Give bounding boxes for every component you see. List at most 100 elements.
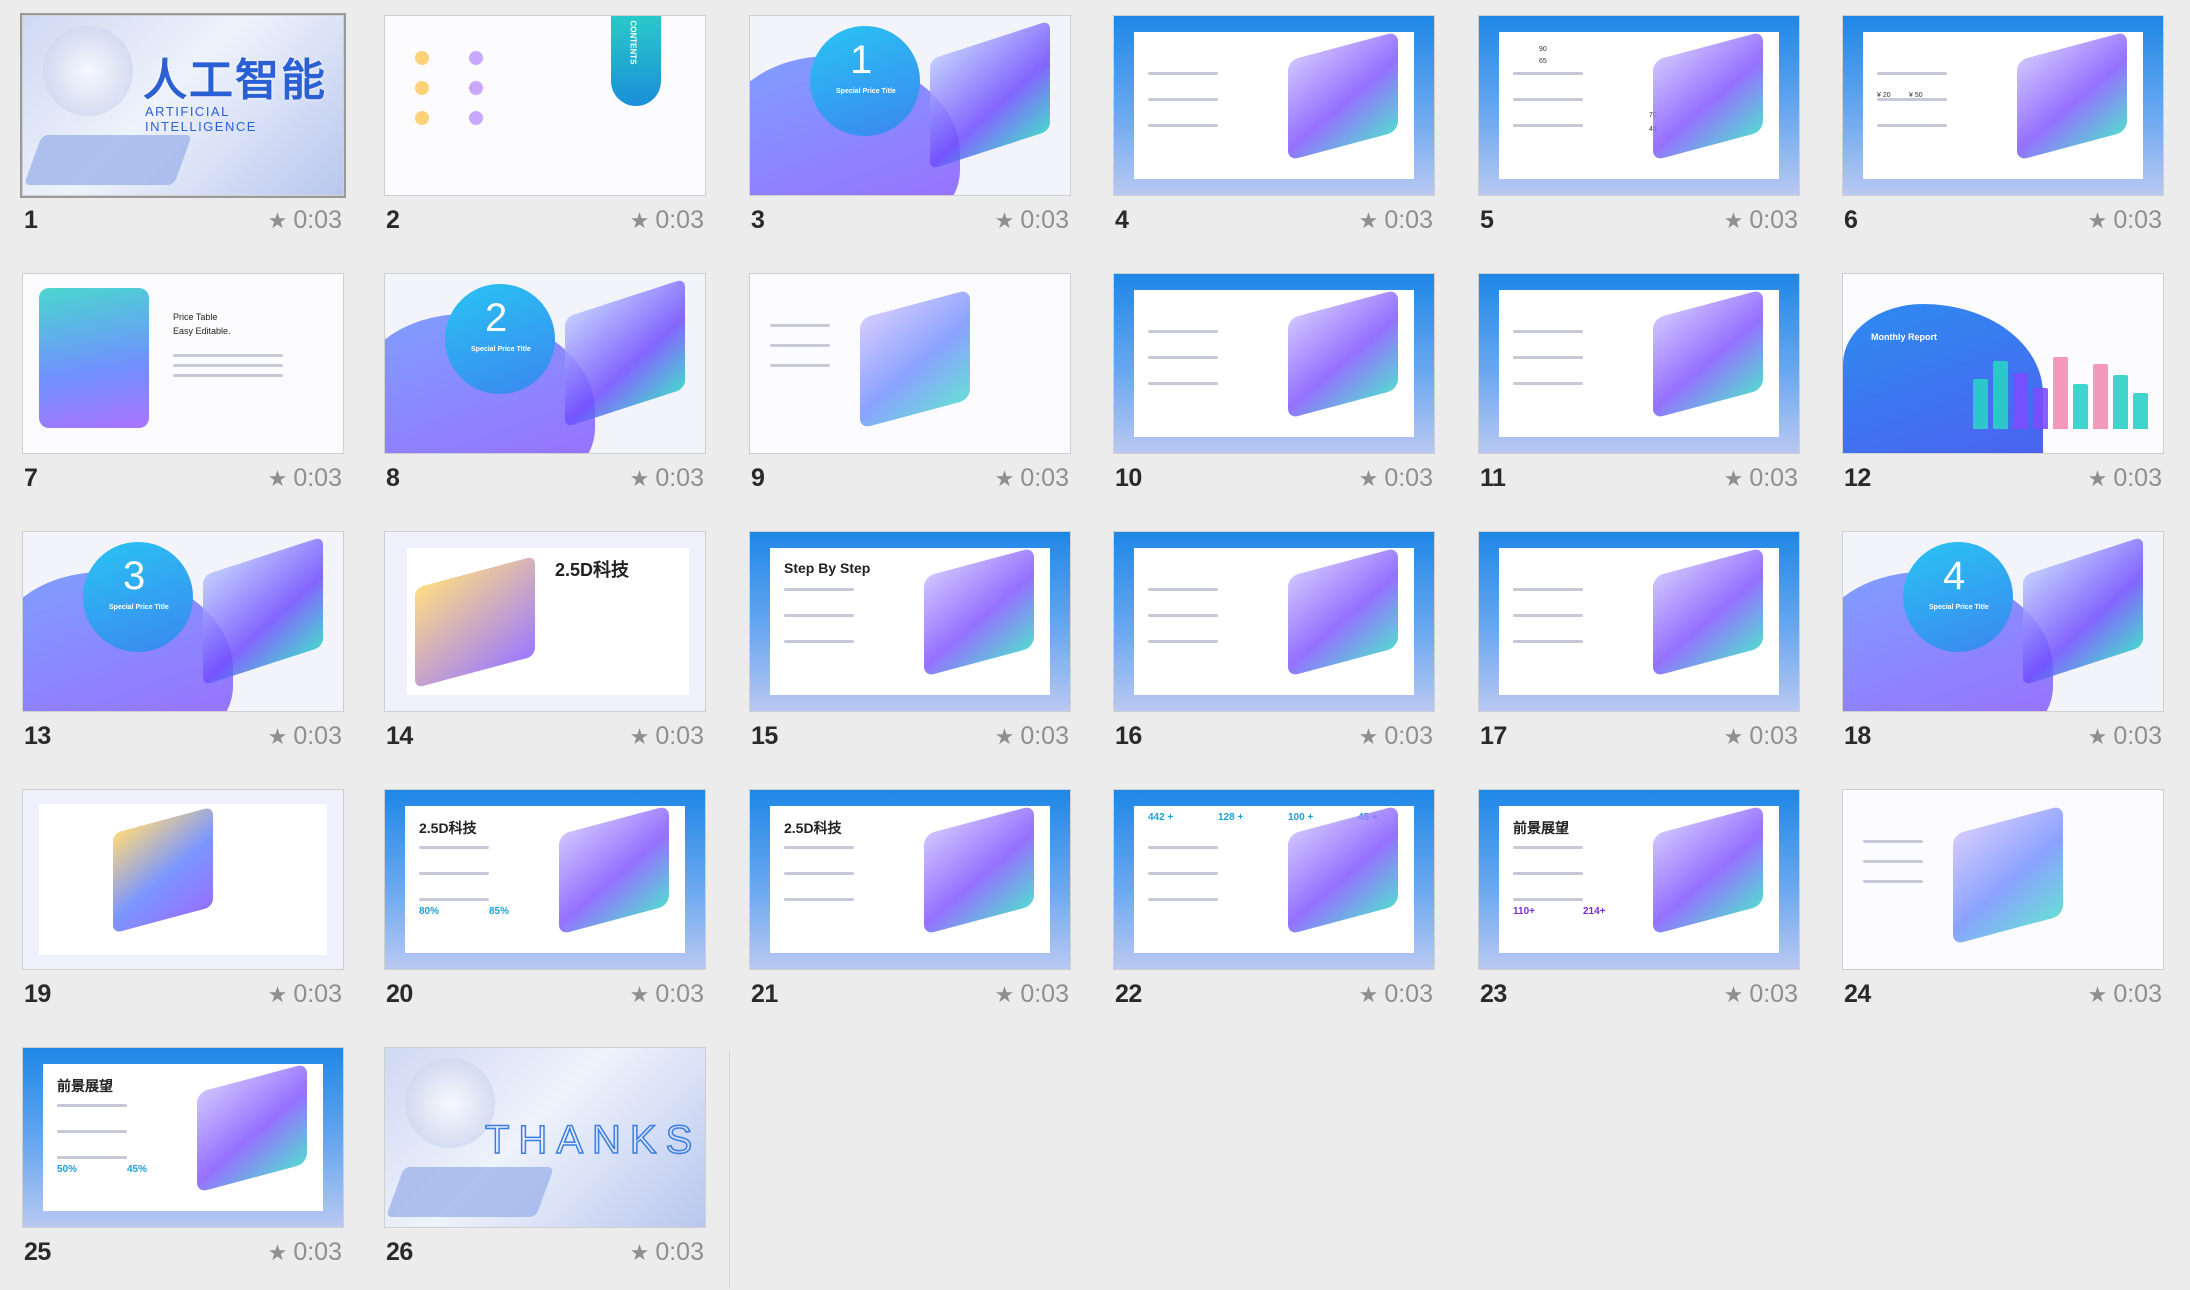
slide-thumbnail[interactable] bbox=[1478, 273, 1800, 454]
text-line bbox=[1148, 124, 1218, 127]
slide-duration[interactable]: ★ 0:03 bbox=[630, 464, 704, 493]
slide-cell[interactable]: 2.5D科技 80% 85% 20 ★ 0:03 bbox=[362, 774, 726, 1032]
chart-bar bbox=[2053, 357, 2068, 429]
slide-duration[interactable]: ★ 0:03 bbox=[2088, 980, 2162, 1009]
star-icon: ★ bbox=[994, 723, 1015, 749]
thanks-text: THANKS bbox=[484, 1117, 702, 1163]
slide-cell[interactable]: Price Table Easy Editable. 7 ★ 0:03 bbox=[0, 258, 364, 516]
slide-cell[interactable]: Step By Step 15 ★ 0:03 bbox=[727, 516, 1091, 774]
slide-duration[interactable]: ★ 0:03 bbox=[1359, 980, 1433, 1009]
slide-thumbnail[interactable]: 4 Special Price Title bbox=[1842, 531, 2164, 712]
slide-thumbnail[interactable]: 2.5D科技 bbox=[749, 789, 1071, 970]
chart-bar bbox=[2073, 384, 2088, 429]
slide-duration[interactable]: ★ 0:03 bbox=[268, 1238, 342, 1267]
text-line bbox=[784, 640, 854, 643]
slide-number: 23 bbox=[1480, 980, 1507, 1008]
slide-duration[interactable]: ★ 0:03 bbox=[995, 464, 1069, 493]
chart-bar bbox=[2033, 388, 2048, 429]
slide-thumbnail[interactable]: Step By Step bbox=[749, 531, 1071, 712]
slide-duration[interactable]: ★ 0:03 bbox=[995, 722, 1069, 751]
slide-duration[interactable]: ★ 0:03 bbox=[630, 1238, 704, 1267]
slide-number: 7 bbox=[24, 464, 38, 492]
text-line bbox=[770, 344, 830, 347]
slide-duration[interactable]: ★ 0:03 bbox=[2088, 206, 2162, 235]
slide-cell[interactable]: 24 ★ 0:03 bbox=[1820, 774, 2184, 1032]
slide-duration[interactable]: ★ 0:03 bbox=[1724, 722, 1798, 751]
slide-cell[interactable]: 2.5D科技 21 ★ 0:03 bbox=[727, 774, 1091, 1032]
slide-duration[interactable]: ★ 0:03 bbox=[268, 722, 342, 751]
slide-duration[interactable]: ★ 0:03 bbox=[268, 980, 342, 1009]
slide-thumbnail[interactable] bbox=[1842, 789, 2164, 970]
slide-duration[interactable]: ★ 0:03 bbox=[995, 206, 1069, 235]
slide-duration[interactable]: ★ 0:03 bbox=[1359, 464, 1433, 493]
slide-cell[interactable]: 906570455★0:03 bbox=[1456, 0, 1820, 258]
slide-duration[interactable]: ★ 0:03 bbox=[2088, 464, 2162, 493]
slide-cell[interactable]: 442 +128 +100 +45 +22★0:03 bbox=[1091, 774, 1455, 1032]
duration-text: 0:03 bbox=[655, 464, 704, 492]
slide-duration[interactable]: ★ 0:03 bbox=[268, 206, 342, 235]
slide-cell[interactable]: ¥ 20 ¥ 50 6 ★ 0:03 bbox=[1820, 0, 2184, 258]
slide-cell[interactable]: 1 Special Price Title 3 ★ 0:03 bbox=[727, 0, 1091, 258]
slide-thumbnail[interactable]: Monthly Report bbox=[1842, 273, 2164, 454]
slide-thumbnail[interactable]: ¥ 20 ¥ 50 bbox=[1842, 15, 2164, 196]
slide-thumbnail[interactable]: 前景展望 110+ 214+ bbox=[1478, 789, 1800, 970]
slide-cell[interactable]: 4 ★ 0:03 bbox=[1091, 0, 1455, 258]
slide-cell[interactable]: 16 ★ 0:03 bbox=[1091, 516, 1455, 774]
slide-thumbnail[interactable] bbox=[22, 789, 344, 970]
slide-heading: Monthly Report bbox=[1871, 332, 1937, 342]
slide-thumbnail[interactable]: Price Table Easy Editable. bbox=[22, 273, 344, 454]
slide-thumbnail[interactable]: CONTENTS bbox=[384, 15, 706, 196]
slide-thumbnail[interactable] bbox=[1113, 273, 1435, 454]
slide-cell[interactable]: 前景展望 110+ 214+ 23 ★ 0:03 bbox=[1456, 774, 1820, 1032]
text-line bbox=[419, 846, 489, 849]
duration-text: 0:03 bbox=[1749, 464, 1798, 492]
slide-cell[interactable]: 4 Special Price Title 18 ★ 0:03 bbox=[1820, 516, 2184, 774]
slide-number: 2 bbox=[386, 206, 400, 234]
slide-thumbnail[interactable] bbox=[1113, 531, 1435, 712]
slide-thumbnail[interactable]: 2 Special Price Title bbox=[384, 273, 706, 454]
slide-duration[interactable]: ★ 0:03 bbox=[630, 206, 704, 235]
slide-duration[interactable]: ★ 0:03 bbox=[1359, 206, 1433, 235]
star-icon: ★ bbox=[629, 981, 650, 1007]
slide-thumbnail[interactable]: 人工智能 ARTIFICIAL INTELLIGENCE bbox=[20, 13, 346, 198]
slide-duration[interactable]: ★ 0:03 bbox=[1359, 722, 1433, 751]
value-label: 90 bbox=[1539, 46, 1547, 53]
stat-value: 128 + bbox=[1218, 812, 1244, 823]
slide-thumbnail[interactable]: 90657045 bbox=[1478, 15, 1800, 196]
slide-thumbnail[interactable] bbox=[1478, 531, 1800, 712]
text-line bbox=[1513, 898, 1583, 901]
slide-duration[interactable]: ★ 0:03 bbox=[1724, 980, 1798, 1009]
slide-cell[interactable]: CONTENTS 2 ★ 0:03 bbox=[362, 0, 726, 258]
slide-duration[interactable]: ★ 0:03 bbox=[1724, 464, 1798, 493]
slide-cell[interactable]: 19 ★ 0:03 bbox=[0, 774, 364, 1032]
slide-cell[interactable]: THANKS 26 ★ 0:03 bbox=[362, 1032, 726, 1290]
slide-duration[interactable]: ★ 0:03 bbox=[268, 464, 342, 493]
slide-thumbnail[interactable]: 1 Special Price Title bbox=[749, 15, 1071, 196]
star-icon: ★ bbox=[994, 981, 1015, 1007]
slide-cell[interactable]: Monthly Report 12 ★ 0:03 bbox=[1820, 258, 2184, 516]
slide-cell[interactable]: 前景展望 50% 45% 25 ★ 0:03 bbox=[0, 1032, 364, 1290]
slide-thumbnail[interactable]: 2.5D科技 bbox=[384, 531, 706, 712]
slide-duration[interactable]: ★ 0:03 bbox=[630, 722, 704, 751]
slide-duration[interactable]: ★ 0:03 bbox=[630, 980, 704, 1009]
slide-cell[interactable]: 人工智能 ARTIFICIAL INTELLIGENCE 1 ★ 0:03 bbox=[0, 0, 364, 258]
slide-thumbnail[interactable]: 前景展望 50% 45% bbox=[22, 1047, 344, 1228]
slide-thumbnail[interactable]: 442 +128 +100 +45 + bbox=[1113, 789, 1435, 970]
chart-bar bbox=[2013, 373, 2028, 429]
slide-cell[interactable]: 3 Special Price Title 13 ★ 0:03 bbox=[0, 516, 364, 774]
slide-thumbnail[interactable] bbox=[749, 273, 1071, 454]
slide-duration[interactable]: ★ 0:03 bbox=[995, 980, 1069, 1009]
slide-cell[interactable]: 2 Special Price Title 8 ★ 0:03 bbox=[362, 258, 726, 516]
slide-cell[interactable]: 11 ★ 0:03 bbox=[1456, 258, 1820, 516]
slide-cell[interactable]: 2.5D科技 14 ★ 0:03 bbox=[362, 516, 726, 774]
slide-cell[interactable]: 10 ★ 0:03 bbox=[1091, 258, 1455, 516]
slide-duration[interactable]: ★ 0:03 bbox=[2088, 722, 2162, 751]
slide-cell[interactable]: 9 ★ 0:03 bbox=[727, 258, 1091, 516]
slide-thumbnail[interactable]: 3 Special Price Title bbox=[22, 531, 344, 712]
slide-thumbnail[interactable]: 2.5D科技 80% 85% bbox=[384, 789, 706, 970]
slide-duration[interactable]: ★ 0:03 bbox=[1724, 206, 1798, 235]
slide-thumbnail[interactable] bbox=[1113, 15, 1435, 196]
slide-thumbnail[interactable]: THANKS bbox=[384, 1047, 706, 1228]
star-icon: ★ bbox=[629, 1239, 650, 1265]
slide-cell[interactable]: 17 ★ 0:03 bbox=[1456, 516, 1820, 774]
